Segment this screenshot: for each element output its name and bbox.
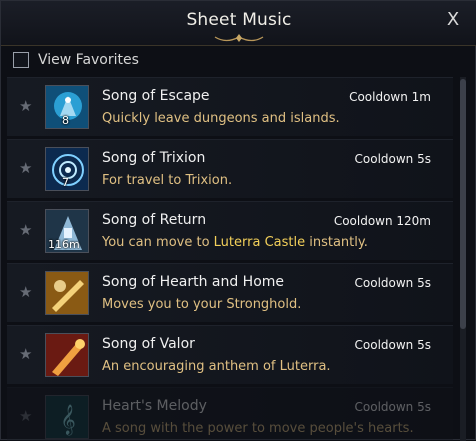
- song-cooldown: Cooldown 5s: [354, 276, 431, 290]
- list-item: ★ 𝄞 Heart's Melody Cooldown 5s A song wi…: [7, 387, 453, 441]
- song-cooldown: Cooldown 120m: [333, 214, 431, 228]
- favorite-star-icon: ★: [19, 407, 33, 425]
- list-scrollbar[interactable]: [460, 77, 466, 441]
- song-name: Song of Escape: [102, 88, 210, 104]
- song-description: A song with the power to move people's h…: [102, 421, 414, 436]
- trixion-icon: 7: [45, 147, 89, 191]
- heart-melody-icon: 𝄞: [45, 395, 89, 439]
- list-item[interactable]: ★ Song of Valor Cooldown 5s An encouragi…: [7, 325, 453, 384]
- favorites-checkbox[interactable]: [13, 52, 29, 68]
- scroll-thumb[interactable]: [460, 79, 466, 329]
- trixion-count: 7: [62, 176, 69, 189]
- favorite-star-icon[interactable]: ★: [19, 347, 33, 362]
- song-cooldown: Cooldown 5s: [354, 400, 431, 414]
- view-favorites-toggle[interactable]: View Favorites: [13, 49, 139, 71]
- favorite-star-icon[interactable]: ★: [19, 285, 33, 300]
- song-description: Moves you to your Stronghold.: [102, 297, 302, 312]
- list-item[interactable]: ★ 116m Song of Return Cooldown 120m You …: [7, 201, 453, 260]
- song-description: Quickly leave dungeons and islands.: [102, 111, 340, 126]
- favorite-star-icon[interactable]: ★: [19, 223, 33, 238]
- window-header: Sheet Music X: [1, 1, 476, 46]
- title-ornament-icon: [214, 34, 264, 42]
- song-name: Heart's Melody: [102, 398, 207, 414]
- return-timer: 116m: [48, 238, 80, 251]
- list-item[interactable]: ★ Song of Hearth and Home Cooldown 5s Mo…: [7, 263, 453, 322]
- list-item[interactable]: ★ 8 Song of Escape Cooldown 1m Quickly l…: [7, 77, 453, 136]
- song-cooldown: Cooldown 5s: [354, 338, 431, 352]
- song-description: For travel to Trixion.: [102, 173, 233, 188]
- favorite-star-icon[interactable]: ★: [19, 99, 33, 114]
- favorites-label: View Favorites: [38, 52, 139, 68]
- hearth-icon: [45, 271, 89, 315]
- svg-text:𝄞: 𝄞: [60, 404, 75, 436]
- song-name: Song of Trixion: [102, 150, 206, 166]
- song-list: ★ 8 Song of Escape Cooldown 1m Quickly l…: [7, 77, 453, 441]
- song-cooldown: Cooldown 1m: [349, 90, 431, 104]
- song-name: Song of Valor: [102, 336, 195, 352]
- desc-part: instantly.: [305, 235, 368, 250]
- location-highlight: Luterra Castle: [213, 235, 306, 250]
- desc-part: You can move to: [102, 235, 214, 250]
- escape-icon: 8: [45, 85, 89, 129]
- list-item[interactable]: ★ 7 Song of Trixion Cooldown 5s For trav…: [7, 139, 453, 198]
- window-title: Sheet Music: [186, 10, 292, 30]
- song-name: Song of Return: [102, 212, 207, 228]
- song-name: Song of Hearth and Home: [102, 274, 285, 290]
- favorite-star-icon[interactable]: ★: [19, 161, 33, 176]
- song-description: You can move to Luterra Castle instantly…: [102, 235, 368, 250]
- escape-count: 8: [62, 114, 69, 127]
- sheet-music-window: Sheet Music X View Favorites ★ 8 Song of…: [0, 0, 476, 441]
- song-description: An encouraging anthem of Luterra.: [102, 359, 331, 374]
- song-cooldown: Cooldown 5s: [354, 152, 431, 166]
- valor-icon: [45, 333, 89, 377]
- return-icon: 116m: [45, 209, 89, 253]
- close-button[interactable]: X: [441, 8, 465, 32]
